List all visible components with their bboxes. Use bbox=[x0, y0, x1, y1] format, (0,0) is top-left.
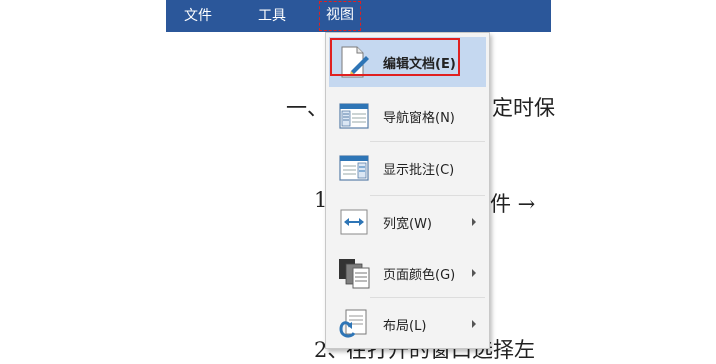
menu-separator bbox=[370, 141, 485, 142]
view-dropdown-menu: 编辑文档(E) 导航窗格(N) 显示批注(C) 列宽(W) 页面颜色(G) 布局… bbox=[325, 32, 490, 349]
submenu-arrow-icon bbox=[472, 269, 476, 277]
menu-item-label: 列宽(W) bbox=[383, 216, 432, 232]
menu-tools[interactable]: 工具 bbox=[258, 0, 286, 32]
document-text-line1: 一、 bbox=[286, 96, 328, 120]
menu-item-edit-document[interactable]: 编辑文档(E) bbox=[329, 37, 486, 87]
menu-separator bbox=[370, 195, 485, 196]
menu-file[interactable]: 文件 bbox=[184, 0, 212, 32]
layout-icon bbox=[339, 309, 367, 338]
menu-item-label: 导航窗格(N) bbox=[383, 110, 455, 126]
menu-item-navigation-pane[interactable]: 导航窗格(N) bbox=[329, 91, 486, 141]
menu-item-layout[interactable]: 布局(L) bbox=[329, 299, 486, 349]
menu-item-label: 编辑文档(E) bbox=[383, 56, 456, 72]
document-text-line1-tail: 定时保 bbox=[492, 96, 555, 120]
document-text-line2-tail: 件 → bbox=[490, 192, 536, 216]
navigation-pane-icon bbox=[339, 103, 369, 129]
edit-document-icon bbox=[341, 46, 369, 78]
menu-item-column-width[interactable]: 列宽(W) bbox=[329, 197, 486, 247]
column-width-icon bbox=[340, 209, 368, 235]
menu-item-page-color[interactable]: 页面颜色(G) bbox=[329, 248, 486, 298]
menu-view[interactable]: 视图 bbox=[319, 1, 361, 31]
submenu-arrow-icon bbox=[472, 218, 476, 226]
submenu-arrow-icon bbox=[472, 320, 476, 328]
menu-item-label: 布局(L) bbox=[383, 318, 427, 334]
menu-item-label: 显示批注(C) bbox=[383, 162, 455, 178]
menu-item-show-comments[interactable]: 显示批注(C) bbox=[329, 143, 486, 193]
menu-item-label: 页面颜色(G) bbox=[383, 267, 456, 283]
menu-bar: 文件 工具 视图 bbox=[166, 0, 551, 32]
show-comments-icon bbox=[339, 155, 369, 181]
page-color-icon bbox=[339, 259, 370, 289]
menu-separator bbox=[370, 297, 485, 298]
